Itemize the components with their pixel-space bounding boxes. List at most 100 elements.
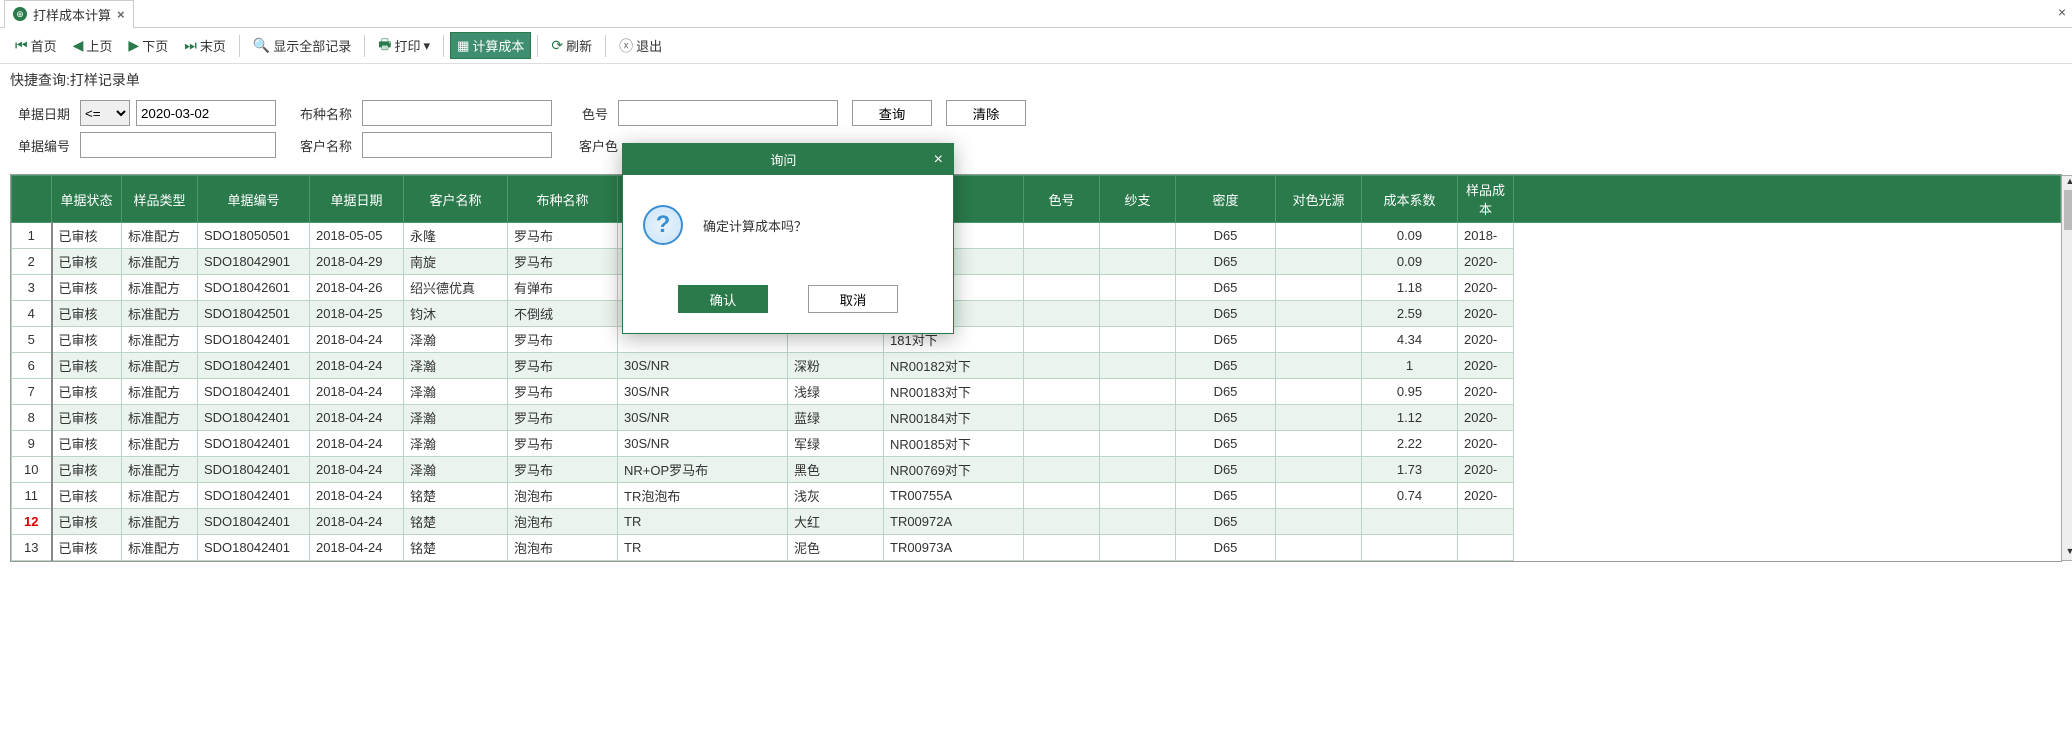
print-icon: 🖶: [378, 34, 391, 58]
tab-cost-calc[interactable]: ⊕ 打样成本计算 ×: [4, 0, 134, 28]
cell-date: 2018-04-26: [310, 275, 404, 301]
dialog-cancel-button[interactable]: 取消: [808, 285, 898, 313]
date-input[interactable]: [136, 100, 276, 126]
cell-cost: 0.74: [1362, 483, 1458, 509]
table-row[interactable]: 8已审核标准配方SDO180424012018-04-24泽瀚罗马布30S/NR…: [12, 405, 2061, 431]
refresh-button[interactable]: ⟳刷新: [544, 32, 599, 59]
column-header[interactable]: 对色光源: [1276, 176, 1362, 223]
cell-date: 2018-04-24: [310, 509, 404, 535]
prev-icon: ◀: [73, 37, 84, 54]
column-header[interactable]: 单据状态: [52, 176, 122, 223]
cell-status: 已审核: [52, 431, 122, 457]
show-all-button[interactable]: 🔍显示全部记录: [246, 32, 358, 59]
table-row[interactable]: 6已审核标准配方SDO180424012018-04-24泽瀚罗马布30S/NR…: [12, 353, 2061, 379]
next-page-button[interactable]: ▶下页: [121, 32, 175, 59]
cell-cost: [1362, 535, 1458, 561]
cust-input[interactable]: [362, 132, 552, 158]
column-header[interactable]: 密度: [1176, 176, 1276, 223]
calc-cost-button[interactable]: ▦ 计算成本: [450, 32, 531, 59]
cell-fabric: 罗马布: [508, 327, 618, 353]
table-row[interactable]: 10已审核标准配方SDO180424012018-04-24泽瀚罗马布NR+OP…: [12, 457, 2061, 483]
table-row[interactable]: 11已审核标准配方SDO180424012018-04-24铭楚泡泡布TR泡泡布…: [12, 483, 2061, 509]
table-row[interactable]: 3已审核标准配方SDO180426012018-04-26绍兴德优真有弹布51A…: [12, 275, 2061, 301]
cell-cust: 铭楚: [404, 509, 508, 535]
cell-extra: 2018-: [1458, 223, 1514, 249]
prev-page-button[interactable]: ◀上页: [66, 32, 120, 59]
cell-cname: 军绿: [788, 431, 884, 457]
row-number: 11: [12, 483, 52, 509]
scroll-thumb[interactable]: [2064, 190, 2072, 230]
print-button[interactable]: 🖶打印▾: [371, 30, 437, 62]
cell-coef: [1276, 457, 1362, 483]
query-button[interactable]: 查询: [852, 100, 932, 126]
column-header[interactable]: 色号: [1024, 176, 1100, 223]
cell-dens: [1100, 275, 1176, 301]
cell-yarn: [1024, 223, 1100, 249]
separator: [239, 35, 240, 57]
first-page-button[interactable]: ⏮首页: [8, 32, 64, 59]
column-header[interactable]: 单据编号: [198, 176, 310, 223]
cell-cno: NR00769对下: [884, 457, 1024, 483]
cell-yarn: [1024, 431, 1100, 457]
separator: [364, 35, 365, 57]
cell-cname: 深粉: [788, 353, 884, 379]
table-row[interactable]: 13已审核标准配方SDO180424012018-04-24铭楚泡泡布TR泥色T…: [12, 535, 2061, 561]
dialog-ok-button[interactable]: 确认: [678, 285, 768, 313]
table-row[interactable]: 2已审核标准配方SDO180429012018-04-29南旋罗马布276对下D…: [12, 249, 2061, 275]
cell-type: 标准配方: [122, 405, 198, 431]
cell-cost: 2.22: [1362, 431, 1458, 457]
cell-light: D65: [1176, 327, 1276, 353]
grid-icon: ▦: [457, 38, 469, 54]
cell-type: 标准配方: [122, 327, 198, 353]
date-operator-select[interactable]: <=: [80, 100, 130, 126]
column-header[interactable]: 样品成本: [1458, 176, 1514, 223]
column-header[interactable]: 成本系数: [1362, 176, 1458, 223]
cell-cust: 永隆: [404, 223, 508, 249]
tab-close-icon[interactable]: ×: [117, 7, 125, 22]
cell-cname: 浅灰: [788, 483, 884, 509]
last-page-button[interactable]: ⏭末页: [177, 32, 233, 59]
cell-type: 标准配方: [122, 509, 198, 535]
cell-type: 标准配方: [122, 275, 198, 301]
column-header[interactable]: 布种名称: [508, 176, 618, 223]
separator: [537, 35, 538, 57]
cell-type: 标准配方: [122, 483, 198, 509]
column-header[interactable]: 样品类型: [122, 176, 198, 223]
cell-light: D65: [1176, 301, 1276, 327]
scroll-up-icon[interactable]: ▲: [2062, 176, 2072, 190]
table-row[interactable]: 9已审核标准配方SDO180424012018-04-24泽瀚罗马布30S/NR…: [12, 431, 2061, 457]
dialog-close-icon[interactable]: ×: [934, 151, 943, 169]
column-header[interactable]: 单据日期: [310, 176, 404, 223]
column-header[interactable]: 客户名称: [404, 176, 508, 223]
dialog-titlebar[interactable]: 询问 ×: [623, 144, 953, 175]
scroll-down-icon[interactable]: ▼: [2062, 546, 2072, 560]
cell-light: D65: [1176, 535, 1276, 561]
row-number: 2: [12, 249, 52, 275]
cell-spec: 30S/NR: [618, 353, 788, 379]
docno-input[interactable]: [80, 132, 276, 158]
vertical-scrollbar[interactable]: ▲ ▼: [2061, 175, 2072, 561]
table-row[interactable]: 1已审核标准配方SDO180505012018-05-05永隆罗马布587BD6…: [12, 223, 2061, 249]
cell-type: 标准配方: [122, 431, 198, 457]
cell-yarn: [1024, 275, 1100, 301]
row-number: 9: [12, 431, 52, 457]
column-header[interactable]: 纱支: [1100, 176, 1176, 223]
cell-dens: [1100, 483, 1176, 509]
cell-cno: TR00972A: [884, 509, 1024, 535]
col-rownum: [12, 176, 52, 223]
close-app-icon[interactable]: ×: [2058, 4, 2066, 20]
colorno-input[interactable]: [618, 100, 838, 126]
table-row[interactable]: 4已审核标准配方SDO180425012018-04-25钧沐不倒绒962AD6…: [12, 301, 2061, 327]
cell-docno: SDO18042601: [198, 275, 310, 301]
table-row[interactable]: 5已审核标准配方SDO180424012018-04-24泽瀚罗马布181对下D…: [12, 327, 2061, 353]
clear-button[interactable]: 清除: [946, 100, 1026, 126]
exit-button[interactable]: ⓧ退出: [612, 32, 669, 60]
table-row[interactable]: 7已审核标准配方SDO180424012018-04-24泽瀚罗马布30S/NR…: [12, 379, 2061, 405]
cell-cost: 1: [1362, 353, 1458, 379]
cell-dens: [1100, 457, 1176, 483]
table-row[interactable]: 12已审核标准配方SDO180424012018-04-24铭楚泡泡布TR大红T…: [12, 509, 2061, 535]
column-header[interactable]: [1514, 176, 2061, 223]
fabric-input[interactable]: [362, 100, 552, 126]
row-number: 12: [12, 509, 52, 535]
cell-cust: 南旋: [404, 249, 508, 275]
